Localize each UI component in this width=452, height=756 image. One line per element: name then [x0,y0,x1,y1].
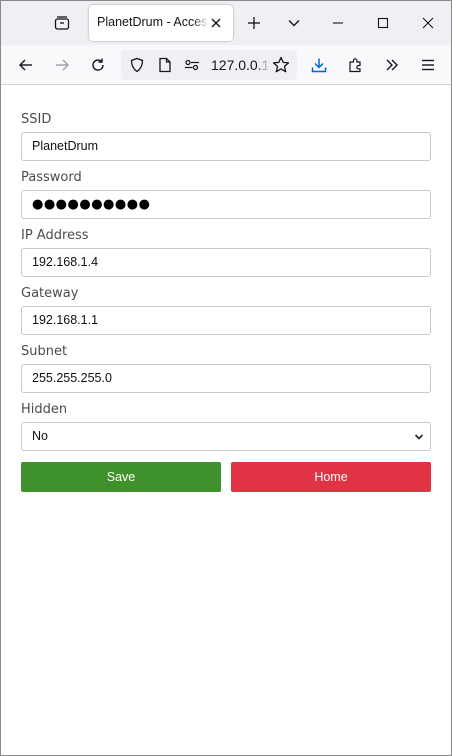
chevron-down-icon [414,434,424,440]
star-icon [272,56,290,73]
subnet-input[interactable]: 255.255.255.0 [21,364,431,393]
ip-address-input[interactable]: 192.168.1.4 [21,248,431,277]
site-info-button[interactable] [156,56,174,74]
extensions-icon [349,58,361,73]
hidden-label: Hidden [21,402,68,417]
forward-icon [56,59,69,71]
page-content: SSID PlanetDrum Password ●●●●●●●●●● IP A… [1,86,451,755]
tab-close-button[interactable] [207,14,225,32]
password-label: Password [21,170,82,185]
shield-icon [130,57,144,73]
gateway-input[interactable]: 192.168.1.1 [21,306,431,335]
forward-button[interactable] [49,53,75,77]
save-button[interactable]: Save [21,462,221,492]
permissions-button[interactable] [183,56,201,74]
tab-list-button[interactable] [49,11,75,35]
ssid-label: SSID [21,112,52,127]
hidden-select-value: No [32,429,48,443]
minimize-button[interactable] [323,9,353,37]
close-icon [422,17,434,29]
downloads-button[interactable] [306,53,332,77]
download-icon [311,58,327,73]
reload-button[interactable] [85,53,111,77]
password-dots: ●●●●●●●●●● [32,197,151,212]
app-menu-button[interactable] [415,53,441,77]
permissions-icon [185,59,199,71]
maximize-icon [377,17,389,29]
browser-window: PlanetDrum - Access Point [0,0,452,756]
hidden-select[interactable]: No [21,422,431,451]
list-all-tabs-button[interactable] [282,11,306,35]
subnet-label: Subnet [21,344,68,359]
reload-icon [92,58,104,71]
bookmark-button[interactable] [268,53,294,77]
home-button[interactable]: Home [231,462,431,492]
tab-strip: PlanetDrum - Access Point [1,1,451,45]
password-input[interactable]: ●●●●●●●●●● [21,190,431,219]
url-text[interactable]: 127.0.0.1 [211,57,269,73]
maximize-button[interactable] [368,9,398,37]
tab-title: PlanetDrum - Access Point [97,15,209,29]
window-close-button[interactable] [413,9,443,37]
plus-icon [248,17,260,29]
back-button[interactable] [13,53,39,77]
navigation-toolbar: 127.0.0.1 [1,45,451,85]
active-tab[interactable]: PlanetDrum - Access Point [89,5,233,41]
minimize-icon [333,22,343,24]
tab-list-icon [54,16,70,30]
menu-icon [422,59,434,71]
ip-address-label: IP Address [21,228,89,243]
extensions-button[interactable] [343,53,369,77]
close-icon [211,18,221,28]
overflow-icon [386,59,398,71]
ssid-input[interactable]: PlanetDrum [21,132,431,161]
back-icon [19,59,32,71]
new-tab-button[interactable] [242,11,266,35]
overflow-menu-button[interactable] [379,53,405,77]
page-icon [159,57,171,73]
chevron-down-icon [288,20,300,27]
tracking-protection-button[interactable] [128,56,146,74]
gateway-label: Gateway [21,286,79,301]
